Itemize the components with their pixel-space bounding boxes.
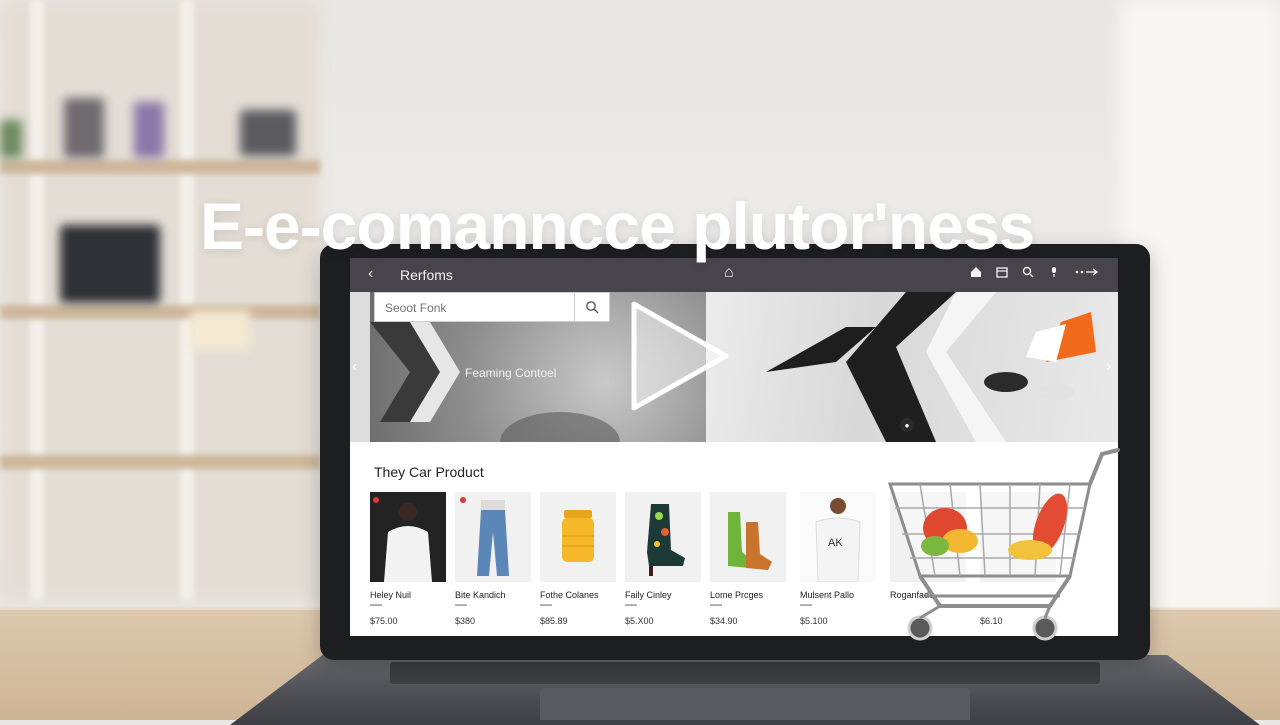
search-icon: [586, 301, 599, 314]
product-card[interactable]: Fothe Colanes ▬▬ $85.89: [540, 492, 616, 632]
shelf-lamp: [190, 310, 250, 350]
product-subtext: ▬▬: [370, 602, 382, 608]
product-name: Bite Kandich: [455, 590, 506, 600]
shelf-books: [64, 98, 104, 158]
search-input[interactable]: [375, 293, 587, 323]
search-button[interactable]: [574, 293, 609, 321]
product-card[interactable]: Lome Prcges ▬▬ $34.90: [710, 492, 786, 632]
product-name: Heley Nuil: [370, 590, 412, 600]
product-name: Faily Cinley: [625, 590, 672, 600]
shelf-decor: [240, 110, 296, 156]
product-card[interactable]: Bite Kandich ▬▬ $380: [455, 492, 531, 632]
app-title: Rerfoms: [400, 267, 453, 283]
product-subtext: ▬▬: [455, 602, 467, 608]
shelf-post: [180, 0, 194, 600]
shopping-cart-icon: [887, 448, 1120, 641]
hero-title: E-e-comanncce plutor'ness: [200, 189, 1035, 263]
calendar-icon[interactable]: [996, 266, 1008, 281]
share-icon[interactable]: [1074, 266, 1100, 281]
product-name: Fothe Colanes: [540, 590, 599, 600]
product-price: $85.89: [540, 616, 568, 626]
home-icon[interactable]: ⌂: [724, 264, 734, 282]
product-price: $34.90: [710, 616, 738, 626]
mic-icon[interactable]: [1048, 266, 1060, 281]
carousel-next-arrow[interactable]: ›: [1106, 358, 1111, 376]
product-image-tshirt: AK: [800, 492, 876, 582]
shelf-post: [30, 0, 44, 600]
product-image-jar: [540, 492, 616, 582]
banner-caption: Feaming Contoel: [465, 366, 557, 380]
carousel-dot[interactable]: ●: [900, 418, 914, 432]
bookshelf: [0, 0, 320, 600]
product-image-shoes: [710, 492, 786, 582]
product-subtext: ▬▬: [800, 602, 812, 608]
home-icon[interactable]: [970, 266, 982, 281]
topbar-icon-group: [970, 266, 1100, 281]
product-card[interactable]: Heley Nuil ▬▬ $75.00: [370, 492, 446, 632]
laptop-trackpad: [540, 688, 970, 720]
shelf-board: [0, 455, 320, 469]
carousel-prev-arrow[interactable]: ‹: [352, 358, 357, 376]
svg-text:AK: AK: [828, 537, 843, 549]
shelf-books: [134, 102, 164, 158]
shelf-board: [0, 305, 320, 319]
shelf-board: [0, 160, 320, 174]
product-card[interactable]: Faily Cinley ▬▬ $5.X00: [625, 492, 701, 632]
product-subtext: ▬▬: [540, 602, 552, 608]
section-title: They Car Product: [374, 464, 484, 480]
laptop-keyboard: [390, 662, 1100, 684]
product-price: $380: [455, 616, 476, 626]
search-box: [374, 292, 610, 323]
product-image-boot: [625, 492, 701, 582]
product-price: $75.00: [370, 616, 398, 626]
hero-banner[interactable]: Feaming Contoel ‹ › ●: [350, 292, 1118, 472]
shelf-binders: [60, 225, 160, 303]
product-subtext: ▬▬: [710, 602, 722, 608]
product-price: $5.100: [800, 616, 828, 626]
search-icon[interactable]: [1022, 266, 1034, 281]
product-image-jeans: [455, 492, 531, 582]
play-icon[interactable]: [626, 296, 736, 416]
product-price: $5.X00: [625, 616, 654, 626]
product-subtext: ▬▬: [625, 602, 637, 608]
product-card[interactable]: AK Mulsent Pallo ▬▬ $5.100: [800, 492, 876, 632]
shelf-plant: [0, 120, 22, 158]
product-image-sweater: [370, 492, 446, 582]
back-button[interactable]: ‹: [368, 265, 373, 283]
product-name: Lome Prcges: [710, 590, 764, 600]
product-name: Mulsent Pallo: [800, 590, 855, 600]
